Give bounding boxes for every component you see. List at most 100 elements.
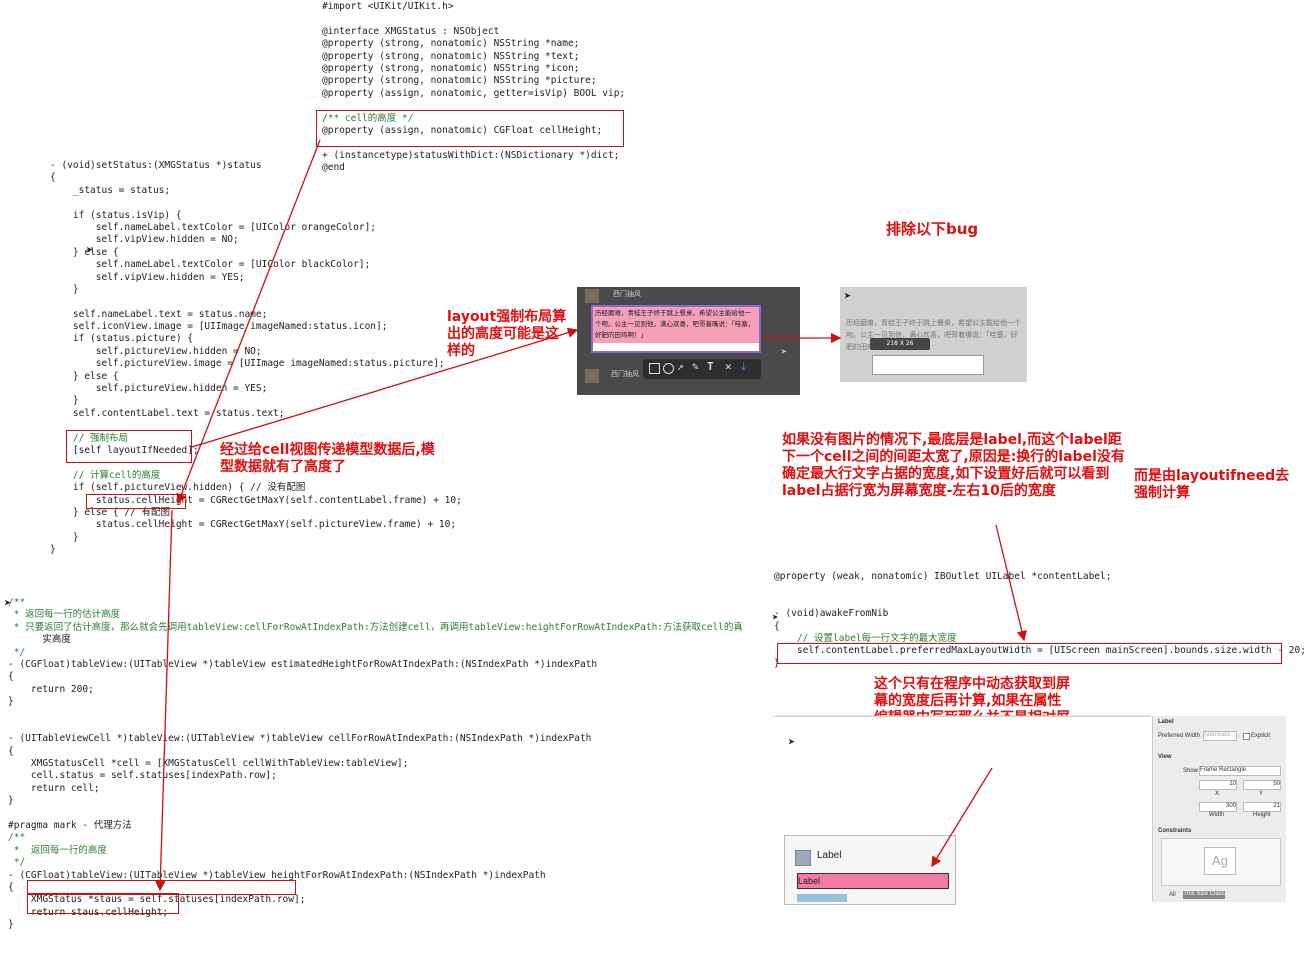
preferred-width-field[interactable]: Automatic [1203,731,1237,741]
download-icon[interactable]: ⤓ [741,360,746,374]
show-select[interactable]: Frame Rectangle [1199,766,1281,776]
code-line: @property (strong, nonatomic) NSString *… [322,38,580,50]
code-line: { [50,172,56,184]
cursor-icon: ➤ [4,596,12,610]
width-field[interactable]: 300 [1199,802,1237,812]
code-line: } [8,919,14,931]
code-line: self.pictureView.hidden = YES; [50,383,268,395]
code-line: * 返回每一行的高度 [8,844,107,856]
code-line: */ [8,857,26,869]
code-line: if (status.isVip) { [50,209,182,221]
layoutifneeded-highlight [66,430,192,463]
pen-icon[interactable]: ✎ [692,360,699,373]
label-title: Label [817,850,842,861]
label-section-header: Label [1158,719,1174,725]
constraints-section-header: Constraints [1158,828,1192,834]
explicit-checkbox[interactable] [1243,733,1250,740]
code-line: return cell; [8,782,100,794]
text-icon[interactable]: T [707,360,714,373]
code-line: XMGStatusCell *cell = [XMGStatusCell cel… [8,758,409,770]
cell-view: Label Label [784,835,956,905]
code-line: */ [8,646,26,658]
attribute-inspector: Label Preferred Width Automatic Explicit… [1152,716,1286,902]
all-label[interactable]: All [1169,892,1176,898]
code-line: self.nameLabel.textColor = [UIColor oran… [50,221,377,233]
height-label: Height [1253,812,1271,818]
code-line: status.cellHeight = CGRectGetMaxY(self.p… [50,519,457,531]
content-label: 历经磨难，青蛙王子终于跳上餐桌，希望公主能给他一个吻。公主一见到他，满心欢喜，吧… [593,307,759,343]
code-line: self.pictureView.hidden = NO; [50,345,262,357]
code-line: if (self.pictureView.hidden) { // 没有配图 [50,482,306,494]
explicit-label: Explicit [1251,733,1271,739]
show-label: Show [1183,768,1199,774]
code-line: if (status.picture) { [50,333,193,345]
code-line: * 只要返回了估计高度，那么就会先调用tableView:cellForRowA… [8,621,743,633]
code-line: @property (weak, nonatomic) IBOutlet UIL… [774,571,1112,582]
code-line: #pragma mark - 代理方法 [8,820,132,832]
code-line: @property (strong, nonatomic) NSString *… [322,62,580,74]
selection-frame: 历经磨难，青蛙王子终于跳上餐桌，希望公主能给他一个吻。公主一见到他，满心欢喜，吧… [591,305,761,353]
code-line: /** [8,597,26,608]
model-note: 经过给cell视图传递模型数据后,模型数据就有了高度了 [220,442,435,475]
selected-label-frame [872,355,984,375]
circle-icon[interactable] [663,363,674,374]
code-line: /** [8,832,26,844]
code-line: } else { [50,370,119,382]
code-line: self.iconView.image = [UIImage imageName… [50,321,388,333]
code-line: } [8,795,14,807]
code-line: return 200; [8,683,94,695]
header-code-block: #import <UIKit/UIKit.h> @interface XMGSta… [322,1,625,174]
code-line: { [8,745,14,757]
code-line: } [50,531,79,543]
rect-icon[interactable] [649,363,660,374]
layoutifneed-note: 而是由layoutifneed去强制计算 [1134,468,1290,501]
code-line: @property (strong, nonatomic) NSString *… [322,75,597,87]
code-line: self.nameLabel.text = status.name; [50,308,268,320]
height-field[interactable]: 21 [1243,802,1281,812]
avatar [585,289,599,303]
annotation-toolbar[interactable]: ↗ ✎ T ✕ ⤓ [643,359,761,379]
return-cellheight-highlight [27,893,179,914]
avatar [585,369,599,383]
y-label: Y [1259,791,1264,797]
name-label: 西门抽风 [611,370,639,378]
size-class-tab[interactable]: This Size Class [1183,891,1225,899]
code-line: } [50,544,56,556]
code-line: @property (assign, nonatomic, getter=isV… [322,87,626,99]
preferred-width-label: Preferred Width [1158,733,1201,739]
picture-view [797,894,847,902]
content-label: 历经磨难，青蛙王子终于跳上餐桌，希望公主能给他一个吻。公主一见到他，满心欢喜，吧… [846,319,1021,351]
layout-note: layout强制布局算出的高度可能是这样的 [447,309,567,359]
size-badge: 218 X 26 [870,338,930,350]
label-element[interactable]: Label [797,873,949,889]
code-line: self.nameLabel.textColor = [UIColor blac… [50,259,371,271]
cursor-icon: ➤ [772,611,779,624]
code-line: cell.status = self.statuses[indexPath.ro… [8,770,277,782]
code-line: #import <UIKit/UIKit.h> [322,1,454,12]
close-icon[interactable]: ✕ [725,360,732,373]
code-line: { [8,671,14,683]
cellheight-assign-highlight [86,494,186,509]
ib-canvas: ➤ Label Label [772,716,1152,905]
constraints-box: Ag [1161,838,1281,886]
cursor-icon: ➤ [788,735,796,749]
code-line: self.contentLabel.text = status.text; [50,407,285,419]
x-field[interactable]: 10 [1199,780,1237,790]
code-line: self.vipView.hidden = YES; [50,271,245,283]
code-line: - (UITableViewCell *)tableView:(UITableV… [8,733,592,745]
name-label: 西门抽风 [613,290,641,298]
code-line: @property (strong, nonatomic) NSString *… [322,50,580,62]
code-line: - (CGFloat)tableView:(UITableView *)tabl… [8,658,598,670]
width-label: Width [1209,812,1225,818]
bug-title-note: 排除以下bug [886,220,979,238]
y-field[interactable]: 50 [1243,780,1281,790]
code-line: * 返回每一行的估计高度 [8,609,121,621]
arrow-icon[interactable]: ↗ [677,360,684,373]
